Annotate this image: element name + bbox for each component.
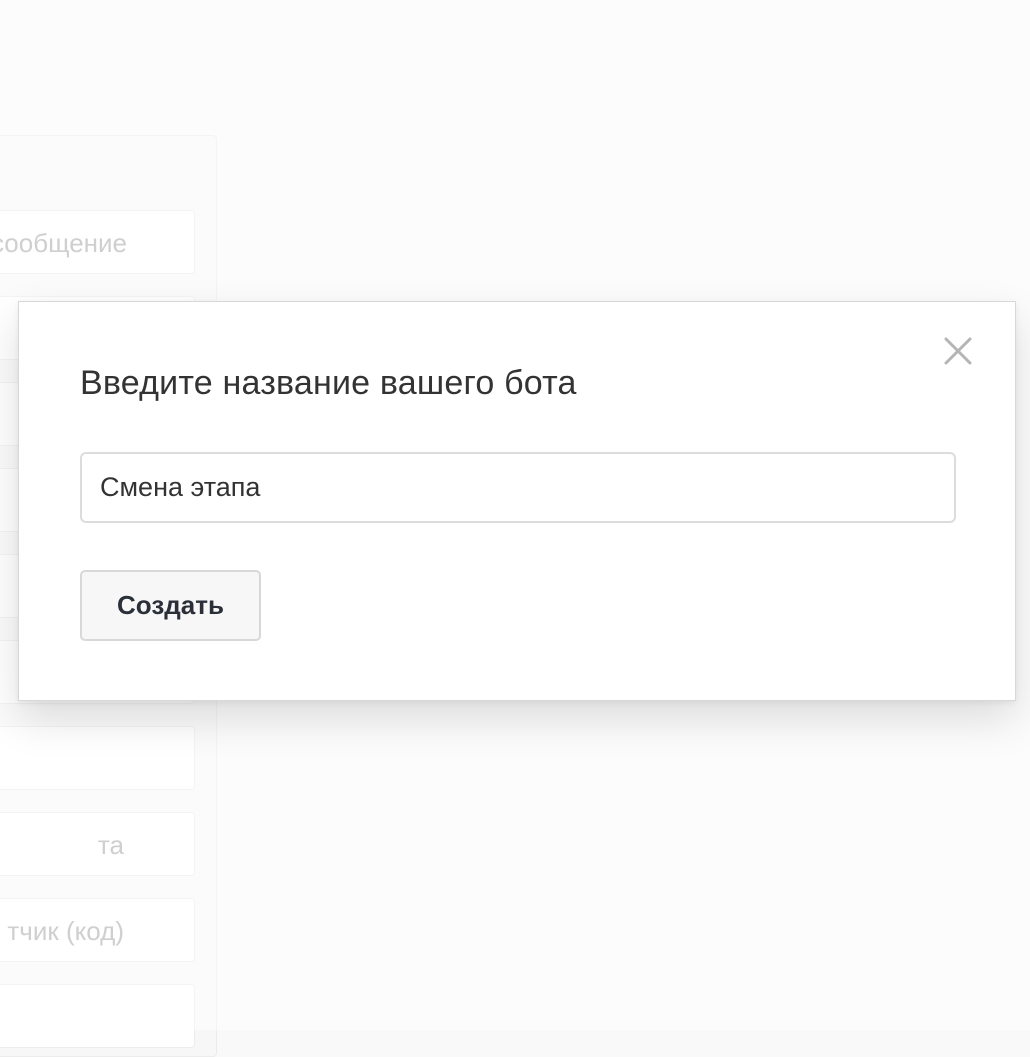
create-button[interactable]: Создать [80,570,261,641]
dialog-title: Введите название вашего бота [80,364,577,402]
close-button[interactable] [941,334,975,368]
close-icon [944,337,972,365]
create-bot-dialog: Введите название вашего бота Создать [18,301,1016,701]
bot-name-input[interactable] [80,452,956,523]
